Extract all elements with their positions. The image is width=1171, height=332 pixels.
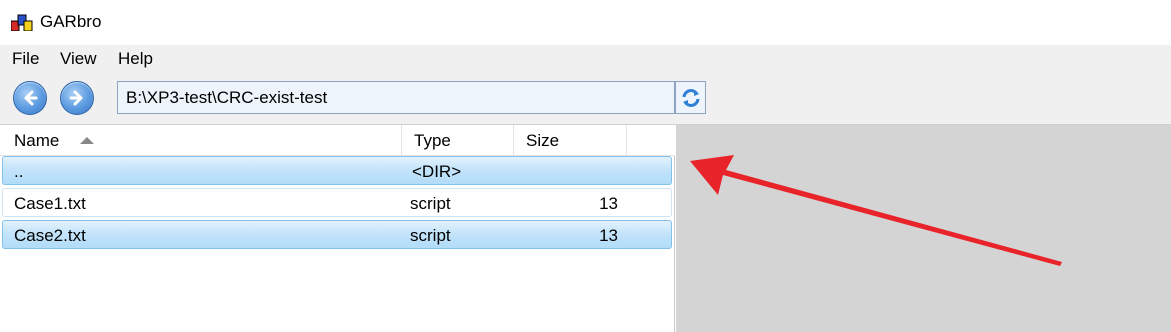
column-header-name[interactable]: Name xyxy=(2,125,402,156)
annotation-arrow-icon xyxy=(690,155,1062,266)
menu-help[interactable]: Help xyxy=(118,49,153,69)
back-button[interactable] xyxy=(13,81,47,115)
cell-name: .. xyxy=(14,162,24,181)
table-row[interactable]: Case1.txt script 13 xyxy=(2,188,672,217)
menu-file[interactable]: File xyxy=(12,49,39,69)
refresh-icon xyxy=(682,88,699,107)
arrow-left-circle-icon xyxy=(24,90,38,106)
file-list: Name Type Size .. <DIR> Case1.txt script… xyxy=(0,125,675,332)
cell-name: Case2.txt xyxy=(14,226,86,245)
cell-size: 13 xyxy=(599,226,618,245)
column-header-size[interactable]: Size xyxy=(514,125,627,156)
table-row[interactable]: Case2.txt script 13 xyxy=(2,220,672,249)
column-header-label: Type xyxy=(414,131,451,150)
cell-type: <DIR> xyxy=(412,162,462,181)
cell-name: Case1.txt xyxy=(14,194,86,213)
arrow-right-circle-icon xyxy=(69,90,83,106)
refresh-button[interactable] xyxy=(675,81,706,114)
cell-type: script xyxy=(410,226,451,245)
cell-type: script xyxy=(410,194,451,213)
menu-view[interactable]: View xyxy=(60,49,97,69)
table-row[interactable]: .. <DIR> xyxy=(2,156,672,185)
title-bar: GARbro xyxy=(0,0,1171,45)
column-header-label: Size xyxy=(526,131,560,150)
menu-bar: File View Help xyxy=(0,45,1171,73)
column-header-type[interactable]: Type xyxy=(402,125,514,156)
window-title: GARbro xyxy=(40,12,102,31)
forward-button[interactable] xyxy=(60,81,94,115)
garbro-app-icon xyxy=(11,14,33,31)
column-header-label: Name xyxy=(14,131,60,150)
cell-size: 13 xyxy=(599,194,618,213)
toolbar: B:\XP3-test\CRC-exist-test xyxy=(0,73,1171,125)
sort-ascending-icon xyxy=(80,137,94,144)
list-header: Name Type Size xyxy=(0,125,675,156)
path-input[interactable]: B:\XP3-test\CRC-exist-test xyxy=(117,81,675,114)
